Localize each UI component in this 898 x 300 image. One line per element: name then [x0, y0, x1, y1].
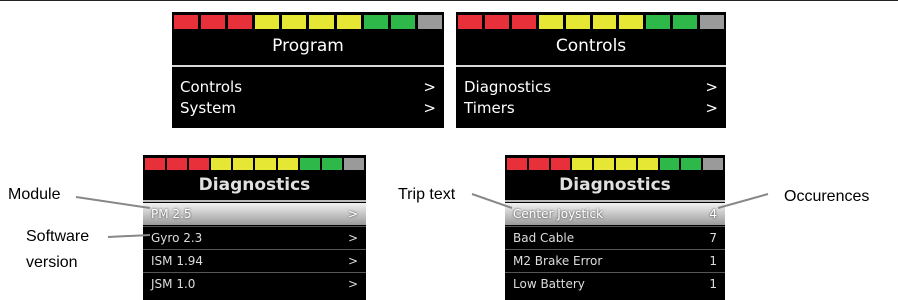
- software-leader-line: [107, 234, 151, 238]
- occurences-leader-line: [717, 193, 769, 209]
- module-leader-line: [75, 196, 151, 209]
- callout-trip-text: Trip text: [398, 186, 456, 203]
- callout-occurences: Occurences: [784, 188, 870, 205]
- trip-text-leader-line: [471, 193, 513, 209]
- callout-software-line1: Software: [26, 228, 90, 245]
- callout-leader-lines: [75, 193, 769, 238]
- callout-module: Module: [8, 186, 61, 203]
- callout-software-line2: version: [26, 254, 78, 271]
